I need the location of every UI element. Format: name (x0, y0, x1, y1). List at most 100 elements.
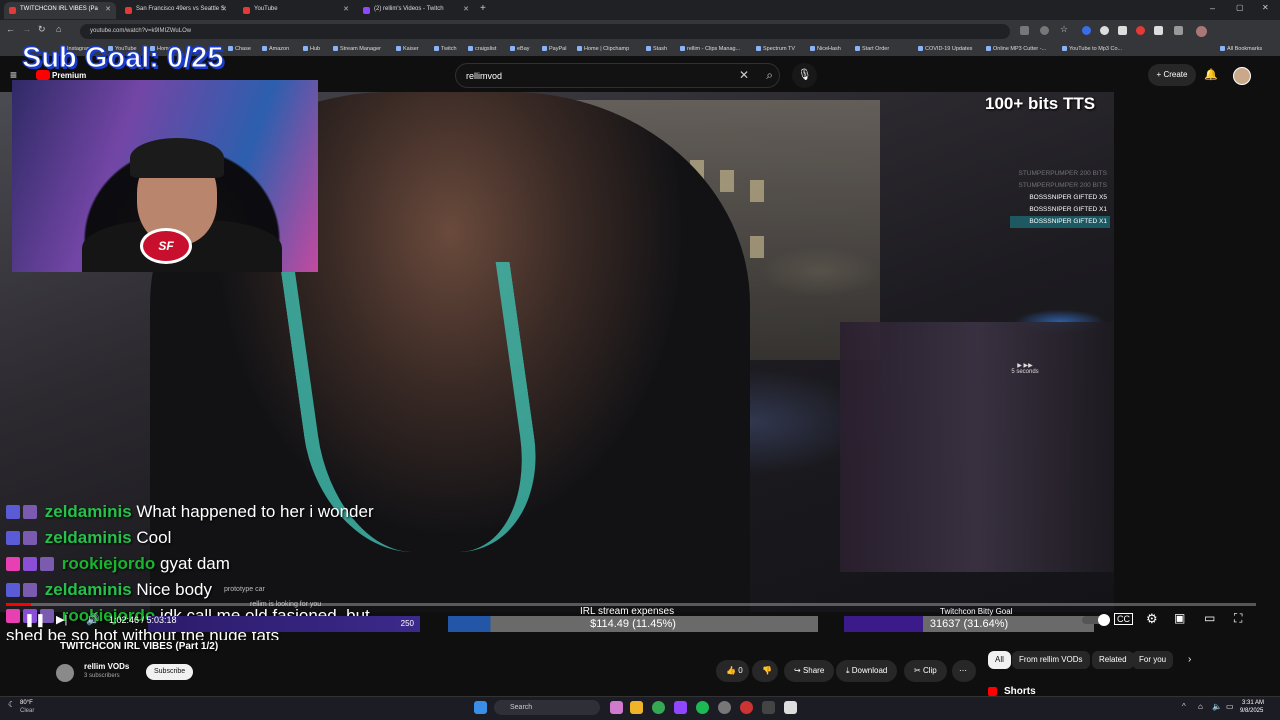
bookmark-item[interactable]: Spectrum TV (756, 46, 795, 52)
volume-icon[interactable]: 🔊 (86, 613, 100, 626)
extension-icon[interactable] (1136, 26, 1145, 35)
bookmark-item[interactable]: Amazon (262, 46, 289, 52)
zoom-icon[interactable] (1040, 26, 1049, 35)
all-bookmarks[interactable]: All Bookmarks (1220, 46, 1262, 52)
minimize-icon[interactable]: – (1210, 3, 1215, 13)
extension-icon[interactable] (1100, 26, 1109, 35)
app-icon[interactable] (762, 701, 775, 714)
bookmark-item[interactable]: Home | Clipchamp (577, 46, 629, 52)
back-icon[interactable]: ← (6, 24, 15, 34)
reload-icon[interactable]: ↻ (38, 24, 46, 35)
extension-icon[interactable] (1118, 26, 1127, 35)
bookmark-item[interactable]: PayPal (542, 46, 566, 52)
star-icon[interactable]: ☆ (1060, 24, 1068, 35)
close-icon[interactable]: ✕ (463, 5, 469, 13)
chip-from-channel[interactable]: From rellim VODs (1012, 651, 1090, 669)
taskbar-search[interactable]: Search (494, 700, 600, 715)
volume-tray-icon[interactable]: 🔈 (1212, 702, 1222, 711)
puzzle-icon[interactable] (1174, 26, 1183, 35)
tab-twitch-videos[interactable]: (2) rellim's Videos - Twitch ✕ (358, 2, 474, 19)
battery-icon[interactable]: ▭ (1226, 702, 1234, 711)
more-actions-button[interactable]: ⋯ (952, 660, 976, 682)
bookmark-item[interactable]: craigslist (468, 46, 496, 52)
like-button[interactable]: 👍 0 (716, 660, 749, 682)
search-input[interactable]: rellimvod ✕ ⌕ (455, 63, 780, 88)
create-button[interactable]: + Create (1148, 64, 1196, 86)
chat-text: What happened to her i wonder (136, 502, 374, 521)
tray-chevron-icon[interactable]: ^ (1182, 702, 1186, 711)
search-icon[interactable]: ⌕ (766, 68, 773, 83)
close-icon[interactable]: ✕ (105, 5, 111, 13)
close-icon[interactable]: ✕ (221, 5, 227, 13)
chip-related[interactable]: Related (1092, 651, 1134, 669)
url-bar[interactable]: youtube.com/watch?v=k9IMIZWuLOw (80, 24, 1010, 39)
folder-icon[interactable] (630, 701, 643, 714)
close-icon[interactable]: ✕ (343, 5, 349, 13)
captions-icon[interactable]: CC (1114, 613, 1133, 625)
tab-twitchcon[interactable]: TWITCHCON IRL VIBES (Pa ✕ (4, 2, 116, 19)
team-logo-icon: SF (140, 228, 192, 264)
new-tab-icon[interactable]: + (480, 3, 486, 14)
bookmark-item[interactable]: COVID-19 Updates (918, 46, 972, 52)
weather-temp: 80°F (20, 700, 33, 706)
notifications-icon[interactable]: 🔔 (1204, 68, 1218, 81)
bookmark-item[interactable]: Hub (303, 46, 320, 52)
chip-for-you[interactable]: For you (1132, 651, 1174, 669)
extension-icon[interactable] (1020, 26, 1029, 35)
app-icon[interactable] (740, 701, 753, 714)
chevron-right-icon[interactable]: › (1188, 654, 1191, 665)
bookmark-item[interactable]: YouTube to Mp3 Co... (1062, 46, 1122, 52)
tts-overlay: 100+ bits TTS (985, 94, 1096, 113)
badge-icon (23, 583, 37, 597)
start-icon[interactable] (474, 701, 487, 714)
bookmark-item[interactable]: NiceHash (810, 46, 841, 52)
extension-icon[interactable] (1154, 26, 1163, 35)
bookmark-item[interactable]: Start Order (855, 46, 889, 52)
pause-icon[interactable]: ❚❚ (24, 612, 46, 628)
tab-49ers[interactable]: San Francisco 49ers vs Seattle S ✕ (120, 2, 232, 19)
twitch-icon[interactable] (674, 701, 687, 714)
account-avatar[interactable] (1233, 67, 1251, 85)
video-scene-crowd (840, 322, 1114, 572)
spotify-icon[interactable] (696, 701, 709, 714)
autoplay-toggle[interactable] (1082, 614, 1110, 626)
theater-icon[interactable]: ▭ (1204, 611, 1215, 625)
fullscreen-icon[interactable]: ⛶ (1234, 611, 1242, 626)
dislike-button[interactable]: 👎 (752, 660, 778, 682)
clear-search-icon[interactable]: ✕ (739, 68, 749, 82)
forward-icon[interactable]: → (22, 24, 31, 34)
download-button[interactable]: ⤓ Download (836, 660, 898, 682)
bookmark-item[interactable]: rellim - Clips Manag... (680, 46, 740, 52)
app-icon[interactable] (610, 701, 623, 714)
thumbs-down-icon: 👎 (762, 666, 772, 675)
profile-avatar[interactable] (1196, 26, 1207, 37)
channel-avatar[interactable] (56, 664, 74, 682)
voice-search-icon[interactable]: 🎙 (792, 63, 817, 88)
bookmark-item[interactable]: Stash (646, 46, 667, 52)
bookmark-item[interactable]: Twitch (434, 46, 457, 52)
weather-icon[interactable]: ☾ (8, 700, 15, 709)
window-close-icon[interactable]: ✕ (1262, 3, 1269, 12)
bookmark-item[interactable]: eBay (510, 46, 530, 52)
clip-button[interactable]: ✂ Clip (904, 660, 947, 682)
app-icon[interactable] (718, 701, 731, 714)
extension-icon[interactable] (1082, 26, 1091, 35)
app-icon[interactable] (784, 701, 797, 714)
subscribe-button[interactable]: Subscribe (146, 664, 194, 680)
skip-indicator[interactable]: ▶ ▶▶ 5 seconds (1010, 362, 1040, 375)
settings-icon[interactable]: ⚙ (1146, 611, 1158, 627)
bookmark-item[interactable]: Online MP3 Cutter -... (986, 46, 1046, 52)
network-icon[interactable]: ⌂ (1198, 702, 1203, 711)
chip-all[interactable]: All (988, 651, 1011, 669)
tab-youtube[interactable]: YouTube ✕ (238, 2, 354, 19)
chrome-icon[interactable] (652, 701, 665, 714)
bookmark-item[interactable]: Chase (228, 46, 251, 52)
next-icon[interactable]: ▶| (56, 613, 67, 626)
home-icon[interactable]: ⌂ (56, 24, 61, 34)
bookmark-item[interactable]: Kaiser (396, 46, 419, 52)
maximize-icon[interactable]: ▢ (1236, 3, 1244, 12)
bookmark-item[interactable]: Stream Manager (333, 46, 381, 52)
channel-name[interactable]: rellim VODs (84, 662, 129, 671)
share-button[interactable]: ↪ Share (784, 660, 835, 682)
miniplayer-icon[interactable]: ▣ (1174, 611, 1185, 625)
